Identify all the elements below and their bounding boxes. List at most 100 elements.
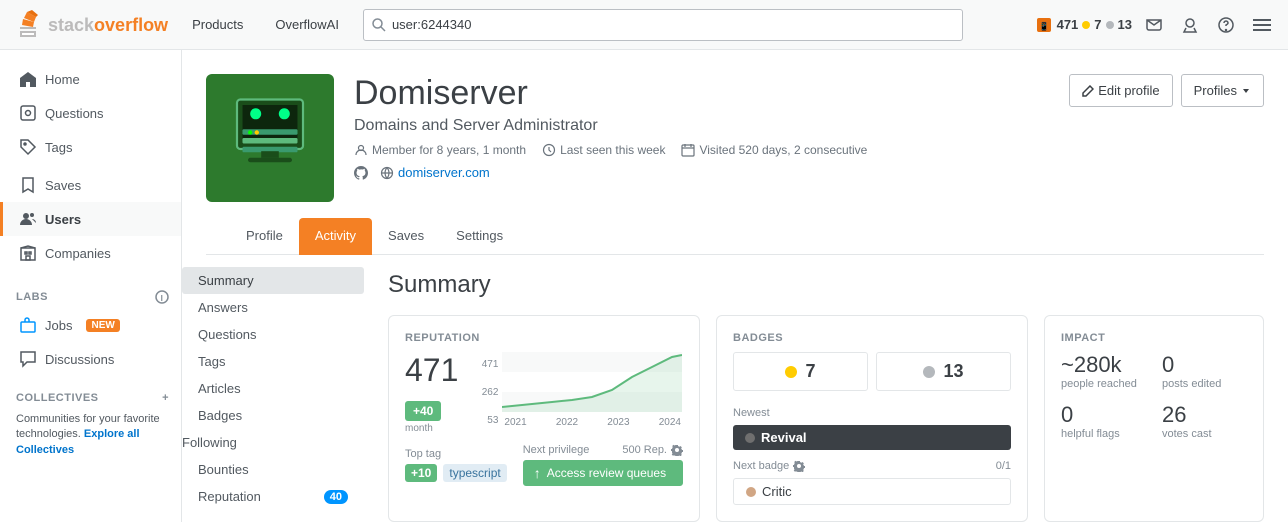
reputation-card-label: REPUTATION — [405, 332, 683, 344]
sidebar-item-tags[interactable]: Tags — [0, 130, 181, 164]
top-tag-label: Top tag — [405, 448, 507, 460]
sidebar-item-home[interactable]: Home — [0, 62, 181, 96]
logo[interactable]: stackoverflow — [12, 9, 168, 41]
sidebar-item-saves[interactable]: Saves — [0, 168, 181, 202]
overflowai-link[interactable]: OverflowAI — [267, 13, 347, 36]
github-link[interactable] — [354, 165, 368, 180]
help-icon[interactable] — [1212, 11, 1240, 39]
user-nav: Saves Users Companies — [0, 168, 181, 270]
silver-badge-count: 13 — [876, 352, 1011, 391]
summary-area: Summary REPUTATION 471 +40 month — [364, 255, 1288, 522]
next-badge-gear-icon[interactable] — [793, 460, 805, 472]
badges-card-label: BADGES — [733, 332, 1011, 344]
revival-badge-dot — [745, 433, 755, 443]
gold-dot — [1082, 21, 1090, 29]
left-sidebar: Home Questions Tags Saves Users Com — [0, 50, 182, 522]
sub-nav-answers[interactable]: Answers — [182, 294, 364, 321]
reputation-card: REPUTATION 471 +40 month 471 — [388, 315, 700, 522]
pencil-icon — [1082, 85, 1094, 97]
sub-nav-questions[interactable]: Questions — [182, 321, 364, 348]
sidebar-item-discussions[interactable]: Discussions — [0, 342, 181, 376]
critic-badge[interactable]: Critic — [733, 478, 1011, 505]
people-reached-label: people reached — [1061, 378, 1146, 390]
sidebar-users-label: Users — [45, 212, 81, 227]
profile-name: Domiserver — [354, 74, 1049, 113]
collectives-plus-btn[interactable]: + — [162, 392, 169, 404]
search-input[interactable] — [392, 17, 954, 32]
next-privilege-label: Next privilege — [523, 444, 590, 456]
reputation-count-badge: 40 — [324, 490, 348, 504]
sidebar-item-users[interactable]: Users — [0, 202, 181, 236]
sub-nav-tags[interactable]: Tags — [182, 348, 364, 375]
tag-row: Top tag +10 typescript Next privilege — [405, 444, 683, 486]
people-reached-value: ~280k — [1061, 352, 1146, 378]
inbox-icon[interactable] — [1140, 11, 1168, 39]
tab-settings[interactable]: Settings — [440, 218, 519, 255]
topnav-right: 📱 471 7 13 — [1035, 11, 1276, 39]
impact-card-label: IMPACT — [1061, 332, 1247, 344]
votes-cast-value: 26 — [1162, 402, 1247, 428]
helpful-flags-item: 0 helpful flags — [1061, 402, 1146, 440]
sub-nav-reputation-wrap: Reputation 40 — [182, 483, 364, 510]
sidebar-saves-label: Saves — [45, 178, 81, 193]
reputation-badge: 📱 471 7 13 — [1035, 16, 1132, 34]
sub-nav-following[interactable]: Following — [182, 429, 364, 456]
website-link[interactable]: domiserver.com — [380, 165, 490, 180]
tab-activity[interactable]: Activity — [299, 218, 372, 255]
summary-title: Summary — [388, 271, 1264, 299]
profile-meta: Member for 8 years, 1 month Last seen th… — [354, 143, 1049, 157]
month-label: month — [405, 423, 458, 434]
sidebar-item-jobs[interactable]: Jobs NEW — [0, 308, 181, 342]
last-seen: Last seen this week — [542, 143, 665, 157]
tab-saves[interactable]: Saves — [372, 218, 440, 255]
visited: Visited 520 days, 2 consecutive — [681, 143, 867, 157]
products-link[interactable]: Products — [184, 13, 251, 36]
logo-text: stackoverflow — [48, 16, 168, 34]
calendar-icon — [681, 143, 695, 157]
profiles-button[interactable]: Profiles — [1181, 74, 1264, 107]
content-area: Summary Answers Questions Tags Articles … — [182, 255, 1288, 522]
posts-edited-label: posts edited — [1162, 378, 1247, 390]
building-icon — [19, 244, 37, 262]
search-icon — [372, 18, 386, 32]
chart-x-2024: 2024 — [659, 417, 681, 428]
bookmark-icon — [19, 176, 37, 194]
tag-icon — [19, 138, 37, 156]
sub-nav-articles[interactable]: Articles — [182, 375, 364, 402]
sub-nav-bounties[interactable]: Bounties — [182, 456, 364, 483]
labs-info-icon[interactable]: i — [155, 290, 169, 304]
profile-title: Domains and Server Administrator — [354, 117, 1049, 135]
privilege-bar[interactable]: ↑ Access review queues — [523, 460, 683, 486]
profile-actions: Edit profile Profiles — [1069, 74, 1264, 107]
cards-row: REPUTATION 471 +40 month 471 — [388, 315, 1264, 522]
tab-profile[interactable]: Profile — [230, 218, 299, 255]
profile-tabs: Profile Activity Saves Settings — [206, 218, 1264, 255]
clock-icon — [542, 143, 556, 157]
hamburger-icon[interactable] — [1248, 11, 1276, 39]
privilege-icon: ↑ — [534, 465, 541, 481]
svg-text:i: i — [161, 294, 164, 303]
badges-next-section: Next badge 0/1 Critic — [733, 460, 1011, 505]
chart-x-2023: 2023 — [607, 417, 629, 428]
profile-icon: 📱 — [1035, 16, 1053, 34]
github-icon — [354, 166, 368, 180]
gear-icon[interactable] — [671, 444, 683, 456]
sub-nav-badges[interactable]: Badges — [182, 402, 364, 429]
helpful-flags-value: 0 — [1061, 402, 1146, 428]
reputation-value: 471 — [405, 352, 458, 389]
gold-badge-count: 7 — [733, 352, 868, 391]
sidebar-item-questions[interactable]: Questions — [0, 96, 181, 130]
people-reached-item: ~280k people reached — [1061, 352, 1146, 390]
achievements-icon[interactable] — [1176, 11, 1204, 39]
sidebar-item-companies[interactable]: Companies — [0, 236, 181, 270]
edit-profile-button[interactable]: Edit profile — [1069, 74, 1172, 107]
tag-gain: +10 — [405, 464, 437, 482]
main-nav: Home Questions Tags — [0, 62, 181, 164]
svg-text:📱: 📱 — [1039, 21, 1049, 31]
sub-nav-reputation[interactable]: Reputation — [182, 483, 324, 510]
sidebar-questions-label: Questions — [45, 106, 104, 121]
sub-nav-summary[interactable]: Summary — [182, 267, 364, 294]
profile-top: Domiserver Domains and Server Administra… — [206, 74, 1264, 202]
tag-name[interactable]: typescript — [443, 464, 506, 482]
revival-badge[interactable]: Revival — [733, 425, 1011, 450]
